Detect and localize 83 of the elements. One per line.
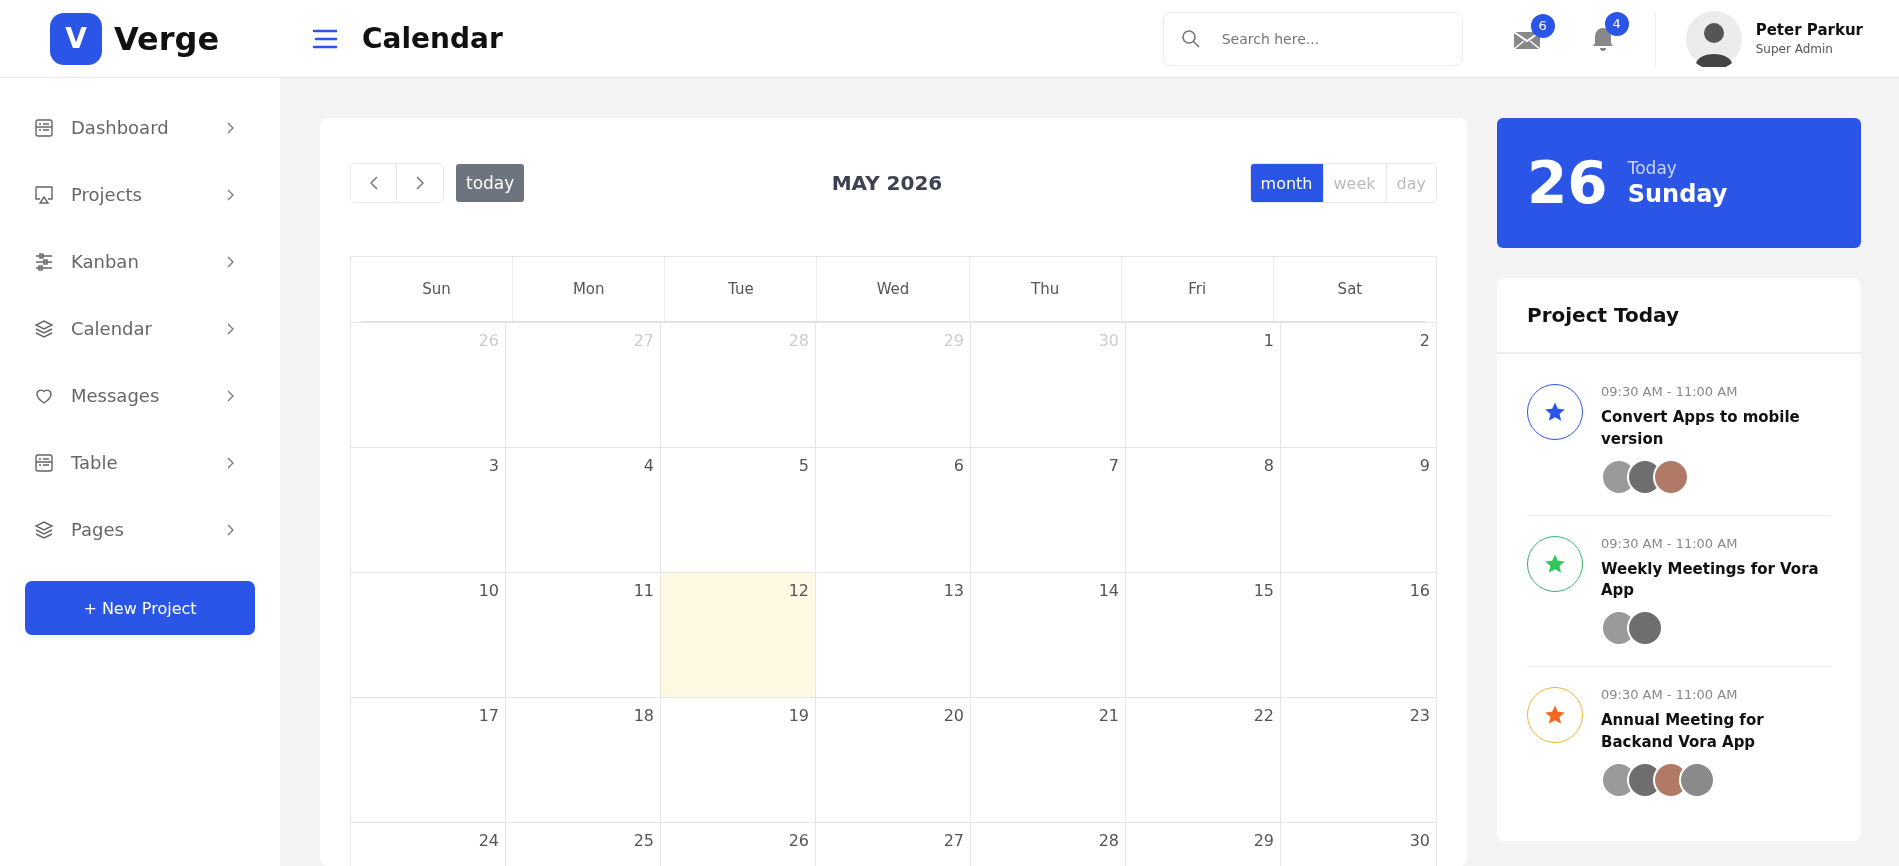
day-cell[interactable]: 13 (816, 573, 971, 697)
day-cell[interactable]: 6 (816, 448, 971, 572)
chevron-left-icon (369, 176, 378, 190)
sidebar-item[interactable]: Projects (25, 161, 255, 228)
day-cell[interactable]: 5 (661, 448, 816, 572)
day-cell[interactable]: 1 (1126, 323, 1281, 447)
table-icon (34, 452, 54, 473)
day-cell[interactable]: 3 (351, 448, 506, 572)
search-field[interactable]: Search here... (1162, 11, 1463, 66)
sidebar-item[interactable]: Kanban (25, 228, 255, 295)
dashboard-icon (34, 117, 54, 138)
bell-icon[interactable] (1590, 25, 1615, 52)
view-tab[interactable]: month (1250, 164, 1324, 202)
weekday-header: Sun (361, 257, 514, 321)
day-cell[interactable]: 27 (816, 823, 971, 866)
project-name: Weekly Meetings for Vora App (1601, 558, 1820, 602)
chevron-right-icon (227, 121, 235, 134)
chevron-right-icon (416, 176, 424, 190)
menu-icon[interactable] (312, 28, 338, 49)
project-time: 09:30 AM - 11:00 AM (1601, 687, 1739, 702)
day-cell[interactable]: 12 (661, 573, 816, 697)
day-cell[interactable]: 2 (1281, 323, 1436, 447)
layers-icon (34, 318, 54, 339)
project-time: 09:30 AM - 11:00 AM (1601, 535, 1739, 551)
day-cell[interactable]: 21 (971, 698, 1126, 822)
layers-icon (34, 519, 54, 540)
avatar-silhouette (1685, 10, 1742, 67)
weekday-header: Sat (1336, 279, 1364, 300)
day-cell[interactable]: 9 (1281, 448, 1436, 572)
new-project-button[interactable]: + New Project (25, 581, 255, 635)
today-label: Today (1627, 158, 1678, 178)
day-cell[interactable]: 29 (1126, 823, 1281, 866)
day-cell[interactable]: 15 (1126, 573, 1281, 697)
project-time: 09:30 AM - 11:00 AM (1601, 384, 1739, 399)
chevron-right-icon (227, 255, 235, 268)
day-cell[interactable]: 19 (661, 698, 816, 822)
today-weekday: Sunday (1627, 180, 1728, 208)
day-cell[interactable]: 14 (971, 573, 1126, 697)
notification-badge: 4 (1604, 11, 1629, 36)
project-name: Annual Meeting for Backand Vora App (1601, 710, 1765, 753)
day-cell[interactable]: 30 (1281, 823, 1436, 866)
weekday-header: Tue (665, 257, 818, 321)
day-cell[interactable]: 24 (351, 823, 506, 866)
today-button[interactable]: today (456, 164, 525, 202)
weekday-header: Mon (513, 257, 666, 321)
card-title: Project Today (1497, 278, 1861, 354)
chevron-right-icon (227, 188, 235, 201)
chevron-right-icon (227, 456, 235, 469)
day-cell[interactable]: 7 (971, 448, 1126, 572)
brand-name: Verge (114, 19, 220, 58)
notification-badge: 6 (1530, 13, 1555, 38)
day-cell[interactable]: 8 (1126, 448, 1281, 572)
chevron-right-icon (227, 523, 235, 536)
sidebar-item[interactable]: Dashboard (25, 94, 255, 161)
month-title: MAY 2026 (830, 171, 944, 195)
day-cell[interactable]: 20 (816, 698, 971, 822)
day-cell[interactable]: 25 (506, 823, 661, 866)
chevron-right-icon (227, 389, 235, 402)
logo-badge: V (50, 12, 102, 65)
sidebar-item[interactable]: Calendar (25, 295, 255, 362)
day-cell[interactable]: 28 (971, 823, 1126, 866)
chevron-right-icon (227, 322, 235, 335)
monitor-icon (34, 184, 54, 205)
day-cell[interactable]: 26 (661, 823, 816, 866)
day-cell[interactable]: 17 (351, 698, 506, 822)
day-cell[interactable]: 22 (1126, 698, 1281, 822)
today-date: 26 (1527, 149, 1608, 217)
day-cell[interactable]: 10 (351, 573, 506, 697)
weekday-header: Fri (1121, 257, 1274, 321)
sidebar-item[interactable]: Pages (25, 496, 255, 563)
day-cell[interactable]: 18 (506, 698, 661, 822)
weekday-header: Wed (817, 257, 970, 321)
user-role: Super Admin (1755, 42, 1834, 56)
sidebar-item[interactable]: Messages (25, 362, 255, 429)
day-cell[interactable]: 16 (1281, 573, 1436, 697)
day-cell[interactable]: 4 (506, 448, 661, 572)
sidebar-item[interactable]: Table (25, 429, 255, 496)
page-title: Calendar (362, 22, 503, 55)
weekday-header: Thu (969, 257, 1122, 321)
project-name: Convert Apps to mobile version (1601, 407, 1801, 450)
day-cell[interactable]: 23 (1281, 698, 1436, 822)
sliders-icon (34, 251, 54, 272)
user-name: Peter Parkur (1755, 21, 1863, 39)
